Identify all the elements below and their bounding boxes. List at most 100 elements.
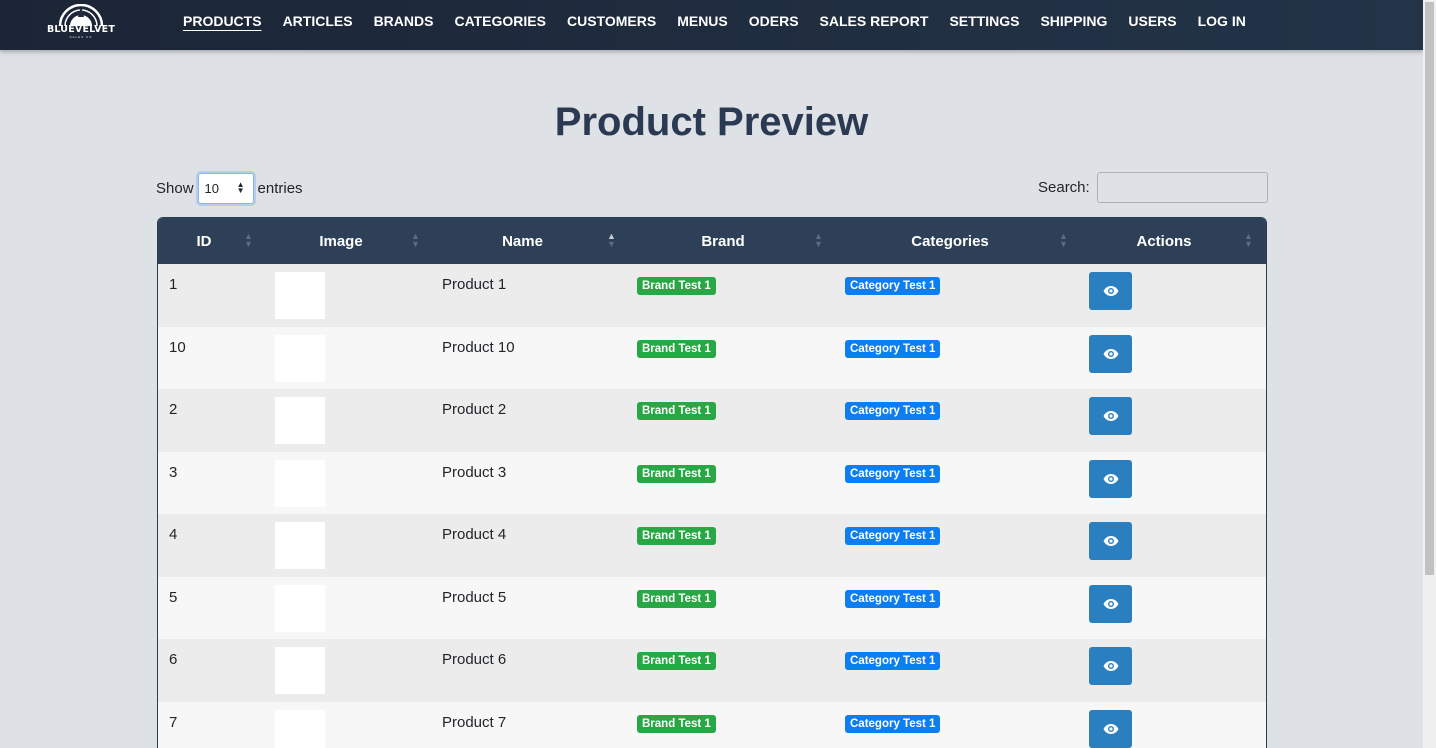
sort-icon: ▲ ▼ xyxy=(814,231,823,249)
column-header-label: ID xyxy=(196,232,212,250)
eye-icon xyxy=(1103,661,1118,671)
eye-icon xyxy=(1103,536,1118,546)
nav-brands[interactable]: BRANDS xyxy=(374,13,434,29)
product-name: Product 6 xyxy=(442,651,507,668)
entries-select[interactable]: 10 ▲ ▼ xyxy=(197,172,254,204)
column-header-label: Name xyxy=(502,232,543,250)
product-name: Product 3 xyxy=(442,463,507,481)
view-button[interactable] xyxy=(1089,647,1132,685)
page-scrollbar[interactable] xyxy=(1423,0,1436,748)
table-row: 4 Product 4 Brand Test 1 Category Test 1 xyxy=(158,514,1266,577)
brand-badge: Brand Test 1 xyxy=(637,402,716,420)
nav-orders[interactable]: ODERS xyxy=(749,13,799,29)
search-control: Search: xyxy=(1038,172,1268,203)
category-badge: Category Test 1 xyxy=(845,714,941,733)
sort-icon: ▲ ▼ xyxy=(1244,231,1253,249)
eye-icon xyxy=(1103,411,1118,421)
product-id: 6 xyxy=(169,651,178,668)
product-id: 5 xyxy=(169,588,178,606)
nav-users[interactable]: USERS xyxy=(1128,13,1176,29)
category-badge: Category Test 1 xyxy=(845,277,941,295)
brand-name: BLUEVELVET xyxy=(46,24,116,35)
length-suffix-label: entries xyxy=(257,179,303,197)
table-row: 5 Product 5 Brand Test 1 Category Test 1 xyxy=(158,576,1266,640)
nav-articles[interactable]: ARTICLES xyxy=(283,13,353,29)
view-button[interactable] xyxy=(1089,709,1132,748)
category-badge: Category Test 1 xyxy=(845,464,941,483)
products-table: ID ▲ ▼ Image ▲ ▼ Name ▲ ▼ Brand ▲ ▼ Categori… xyxy=(157,217,1267,748)
column-header-label: Categories xyxy=(911,232,989,250)
column-header-categories[interactable]: Categories xyxy=(833,218,1067,264)
nav-shipping[interactable]: SHIPPING xyxy=(1040,13,1107,29)
select-arrows-icon: ▲ ▼ xyxy=(236,180,245,195)
product-image-placeholder xyxy=(275,709,325,748)
product-image-placeholder xyxy=(275,459,325,507)
product-name: Product 7 xyxy=(442,713,507,731)
view-button[interactable] xyxy=(1089,584,1132,623)
column-header-image[interactable]: Image xyxy=(250,218,432,264)
sort-icon: ▲ ▼ xyxy=(411,231,420,249)
length-prefix-label: Show xyxy=(156,179,194,197)
brand-badge: Brand Test 1 xyxy=(637,589,716,608)
product-id: 7 xyxy=(169,713,178,731)
nav-categories[interactable]: CATEGORIES xyxy=(454,13,546,29)
column-header-label: Image xyxy=(319,232,363,250)
category-badge: Category Test 1 xyxy=(845,527,941,545)
view-button[interactable] xyxy=(1089,334,1132,373)
search-input[interactable] xyxy=(1096,172,1268,203)
product-id: 3 xyxy=(169,463,178,481)
view-button[interactable] xyxy=(1089,272,1132,310)
eye-icon xyxy=(1103,723,1118,734)
brand-badge: Brand Test 1 xyxy=(637,464,716,483)
table-row: 7 Product 7 Brand Test 1 Category Test 1 xyxy=(158,701,1266,748)
nav-sales-report[interactable]: SALES REPORT xyxy=(820,13,929,29)
brand-badge: Brand Test 1 xyxy=(637,652,716,670)
table-row: 10 Product 10 Brand Test 1 Category Test… xyxy=(158,326,1266,390)
product-name: Product 1 xyxy=(442,276,507,293)
view-button[interactable] xyxy=(1089,522,1132,560)
entries-length-control: Show 10 ▲ ▼ entries xyxy=(156,172,303,204)
product-id: 1 xyxy=(169,276,178,293)
product-id: 10 xyxy=(169,338,186,356)
product-name: Product 5 xyxy=(442,588,507,606)
column-header-name[interactable]: Name xyxy=(432,218,613,264)
nav-products[interactable]: PRODUCTS xyxy=(183,13,262,29)
product-image-placeholder xyxy=(275,272,325,319)
view-button[interactable] xyxy=(1089,459,1132,498)
nav-menus[interactable]: MENUS xyxy=(677,13,728,29)
table-row: 2 Product 2 Brand Test 1 Category Test 1 xyxy=(158,389,1266,452)
column-header-label: Actions xyxy=(1136,232,1192,250)
view-button[interactable] xyxy=(1089,397,1132,435)
nav-menu: PRODUCTS ARTICLES BRANDS CATEGORIES CUST… xyxy=(183,13,1267,29)
product-name: Product 4 xyxy=(442,526,507,543)
eye-icon xyxy=(1103,598,1118,609)
product-image-placeholder xyxy=(275,647,325,694)
eye-icon xyxy=(1103,286,1118,296)
eye-icon xyxy=(1103,348,1118,359)
column-header-actions[interactable]: Actions xyxy=(1067,218,1261,264)
column-header-brand[interactable]: Brand xyxy=(613,218,833,264)
column-header-id[interactable]: ID xyxy=(158,218,250,264)
product-image-placeholder xyxy=(275,522,325,569)
entries-select-value: 10 xyxy=(204,180,219,196)
scrollbar-thumb[interactable] xyxy=(1425,2,1434,575)
page-title: Product Preview xyxy=(554,100,869,144)
nav-log-in[interactable]: LOG IN xyxy=(1198,13,1246,29)
nav-settings[interactable]: SETTINGS xyxy=(949,13,1019,29)
column-header-label: Brand xyxy=(701,232,745,250)
brand-badge: Brand Test 1 xyxy=(637,339,716,358)
table-header: ID ▲ ▼ Image ▲ ▼ Name ▲ ▼ Brand ▲ ▼ Categori… xyxy=(158,218,1266,264)
nav-customers[interactable]: CUSTOMERS xyxy=(567,13,656,29)
product-image-placeholder xyxy=(275,334,325,382)
product-name: Product 10 xyxy=(442,338,515,356)
product-image-placeholder xyxy=(275,397,325,444)
product-name: Product 2 xyxy=(442,401,507,418)
table-row: 6 Product 6 Brand Test 1 Category Test 1 xyxy=(158,639,1266,702)
search-label: Search: xyxy=(1038,179,1090,196)
brand-logo[interactable]: BLUEVELVET SALES CO xyxy=(44,4,118,44)
category-badge: Category Test 1 xyxy=(845,339,941,358)
brand-badge: Brand Test 1 xyxy=(637,527,716,545)
table-row: 3 Product 3 Brand Test 1 Category Test 1 xyxy=(158,451,1266,515)
brand-subtitle: SALES CO xyxy=(69,35,93,39)
brand-badge: Brand Test 1 xyxy=(637,277,716,295)
